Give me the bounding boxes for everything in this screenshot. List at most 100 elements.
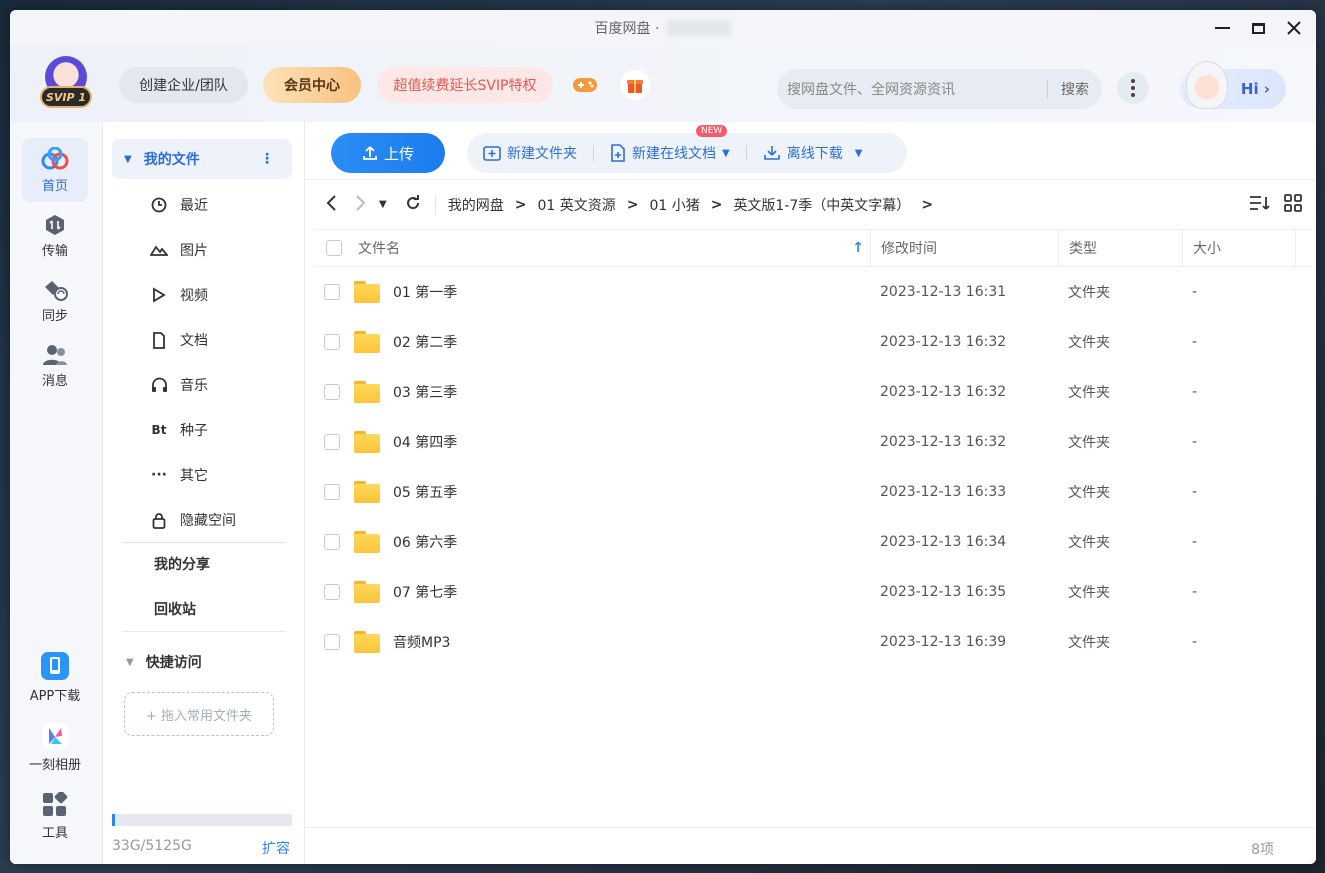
grid-view-icon[interactable] bbox=[1284, 194, 1302, 216]
row-checkbox[interactable] bbox=[324, 284, 340, 300]
modified-time: 2023-12-13 16:34 bbox=[880, 534, 1007, 550]
row-checkbox[interactable] bbox=[324, 634, 340, 650]
upload-button[interactable]: 上传 bbox=[331, 133, 445, 173]
table-row[interactable]: 02 第二季 2023-12-13 16:32 文件夹 - bbox=[315, 317, 1313, 367]
sidebar-item-videos[interactable]: 视频 bbox=[112, 275, 292, 315]
vip-center-button[interactable]: 会员中心 bbox=[263, 67, 361, 103]
gift-icon[interactable] bbox=[620, 70, 650, 100]
table-row[interactable]: 音频MP3 2023-12-13 16:39 文件夹 - bbox=[315, 617, 1313, 667]
image-icon bbox=[146, 243, 172, 257]
file-size: - bbox=[1192, 534, 1198, 550]
modified-time: 2023-12-13 16:31 bbox=[880, 284, 1007, 300]
caret-down-icon[interactable]: ▼ bbox=[126, 657, 134, 668]
file-name[interactable]: 07 第七季 bbox=[393, 582, 457, 602]
file-size: - bbox=[1192, 384, 1198, 400]
hi-assistant-button[interactable]: Hi › bbox=[1180, 61, 1286, 109]
search-input[interactable]: 搜网盘文件、全网资源资讯 bbox=[777, 79, 1047, 99]
sidebar-item-recycle-bin[interactable]: 回收站 bbox=[112, 589, 292, 629]
sort-up-arrow-icon[interactable]: ↑ bbox=[852, 240, 864, 256]
rail-item-transfer[interactable]: 传输 bbox=[22, 204, 88, 268]
tools-icon bbox=[43, 791, 68, 816]
search-bar[interactable]: 搜网盘文件、全网资源资讯 搜索 bbox=[777, 69, 1102, 109]
search-button[interactable]: 搜索 bbox=[1048, 79, 1102, 99]
select-all-checkbox[interactable] bbox=[326, 240, 342, 256]
refresh-icon[interactable] bbox=[405, 194, 421, 215]
file-name[interactable]: 03 第三季 bbox=[393, 382, 457, 402]
row-checkbox[interactable] bbox=[324, 434, 340, 450]
minimize-button[interactable] bbox=[1210, 16, 1234, 40]
file-name[interactable]: 04 第四季 bbox=[393, 432, 457, 452]
breadcrumb-item[interactable]: 英文版1-7季（中英文字幕） bbox=[733, 195, 910, 215]
maximize-button[interactable] bbox=[1246, 16, 1270, 40]
rail-item-message[interactable]: 消息 bbox=[22, 334, 88, 398]
table-row[interactable]: 07 第七季 2023-12-13 16:35 文件夹 - bbox=[315, 567, 1313, 617]
history-dropdown-icon[interactable]: ▼ bbox=[379, 199, 387, 210]
gamepad-icon[interactable] bbox=[570, 70, 600, 100]
sidebar-item-others[interactable]: ··· 其它 bbox=[112, 455, 292, 495]
row-checkbox[interactable] bbox=[324, 384, 340, 400]
table-row[interactable]: 06 第六季 2023-12-13 16:34 文件夹 - bbox=[315, 517, 1313, 567]
item-count: 8项 bbox=[1251, 842, 1274, 858]
sidebar-item-my-share[interactable]: 我的分享 bbox=[112, 544, 292, 584]
table-row[interactable]: 05 第五季 2023-12-13 16:33 文件夹 - bbox=[315, 467, 1313, 517]
mascot-icon bbox=[1186, 61, 1228, 109]
sidebar-item-my-files[interactable]: ▼ 我的文件 ⋮ bbox=[112, 139, 292, 179]
caret-down-icon[interactable]: ▼ bbox=[124, 154, 132, 165]
table-row[interactable]: 03 第三季 2023-12-13 16:32 文件夹 - bbox=[315, 367, 1313, 417]
breadcrumb-item[interactable]: 我的网盘 bbox=[448, 195, 504, 215]
more-menu-button[interactable] bbox=[1117, 72, 1149, 104]
rail-item-home[interactable]: 首页 bbox=[22, 138, 88, 202]
close-button[interactable] bbox=[1282, 16, 1306, 40]
sidebar-label: 快捷访问 bbox=[145, 655, 202, 671]
new-folder-button[interactable]: 新建文件夹 bbox=[467, 143, 593, 163]
offline-download-button[interactable]: 离线下载 ▼ bbox=[747, 143, 879, 163]
main-panel: 上传 新建文件夹 新建在线文档 ▼ NEW 离线下载 ▼ ▼ 我的网盘 > 01… bbox=[305, 122, 1316, 864]
create-team-button[interactable]: 创建企业/团队 bbox=[119, 67, 248, 103]
file-name[interactable]: 02 第二季 bbox=[393, 332, 457, 352]
rail-item-tools[interactable]: 工具 bbox=[22, 784, 88, 848]
quick-access-dropzone[interactable]: + 拖入常用文件夹 bbox=[124, 692, 274, 736]
sidebar-item-recent[interactable]: 最近 bbox=[112, 185, 292, 225]
row-checkbox[interactable] bbox=[324, 484, 340, 500]
column-header-size[interactable]: 大小 bbox=[1182, 230, 1296, 266]
sidebar-label: 种子 bbox=[180, 423, 208, 439]
file-name[interactable]: 01 第一季 bbox=[393, 282, 457, 302]
file-name[interactable]: 06 第六季 bbox=[393, 532, 457, 552]
user-avatar[interactable]: SVIP 1 bbox=[40, 56, 92, 114]
column-header-name[interactable]: 文件名 bbox=[358, 238, 400, 258]
new-online-doc-button[interactable]: 新建在线文档 ▼ NEW bbox=[594, 125, 746, 163]
sidebar-item-documents[interactable]: 文档 bbox=[112, 320, 292, 360]
sort-icon[interactable] bbox=[1248, 194, 1270, 216]
breadcrumb-item[interactable]: 01 小猪 bbox=[649, 195, 699, 215]
renew-svip-button[interactable]: 超值续费延长SVIP特权 bbox=[377, 67, 553, 103]
row-checkbox[interactable] bbox=[324, 584, 340, 600]
new-doc-icon bbox=[611, 144, 625, 162]
row-checkbox[interactable] bbox=[324, 534, 340, 550]
back-arrow-icon[interactable] bbox=[325, 194, 337, 216]
breadcrumb-item[interactable]: 01 英文资源 bbox=[537, 195, 615, 215]
sidebar-item-hidden-space[interactable]: 隐藏空间 bbox=[112, 500, 292, 540]
more-icon: ··· bbox=[151, 467, 167, 483]
file-type: 文件夹 bbox=[1068, 635, 1110, 651]
rail-item-album[interactable]: 一刻相册 bbox=[22, 715, 88, 779]
sidebar-quick-access-header[interactable]: ▼ 快捷访问 bbox=[112, 642, 292, 682]
rail-item-app-download[interactable]: APP下载 bbox=[22, 645, 88, 709]
file-type: 文件夹 bbox=[1068, 535, 1110, 551]
close-icon bbox=[1287, 21, 1301, 35]
rail-item-sync[interactable]: 同步 bbox=[22, 269, 88, 333]
forward-arrow-icon[interactable] bbox=[355, 194, 367, 216]
row-checkbox[interactable] bbox=[324, 334, 340, 350]
sidebar-item-torrents[interactable]: Bt 种子 bbox=[112, 410, 292, 450]
breadcrumb: 我的网盘 > 01 英文资源 > 01 小猪 > 英文版1-7季（中英文字幕） > bbox=[447, 195, 934, 215]
file-name[interactable]: 音频MP3 bbox=[393, 632, 450, 652]
expand-storage-link[interactable]: 扩容 bbox=[262, 838, 290, 858]
file-name[interactable]: 05 第五季 bbox=[393, 482, 457, 502]
column-header-type[interactable]: 类型 bbox=[1058, 230, 1182, 266]
folder-icon bbox=[354, 281, 380, 303]
table-row[interactable]: 04 第四季 2023-12-13 16:32 文件夹 - bbox=[315, 417, 1313, 467]
sidebar-item-music[interactable]: 音乐 bbox=[112, 365, 292, 405]
sidebar-item-images[interactable]: 图片 bbox=[112, 230, 292, 270]
column-header-time[interactable]: 修改时间 bbox=[870, 230, 1058, 266]
more-vertical-icon[interactable]: ⋮ bbox=[260, 151, 274, 167]
table-row[interactable]: 01 第一季 2023-12-13 16:31 文件夹 - bbox=[315, 267, 1313, 317]
